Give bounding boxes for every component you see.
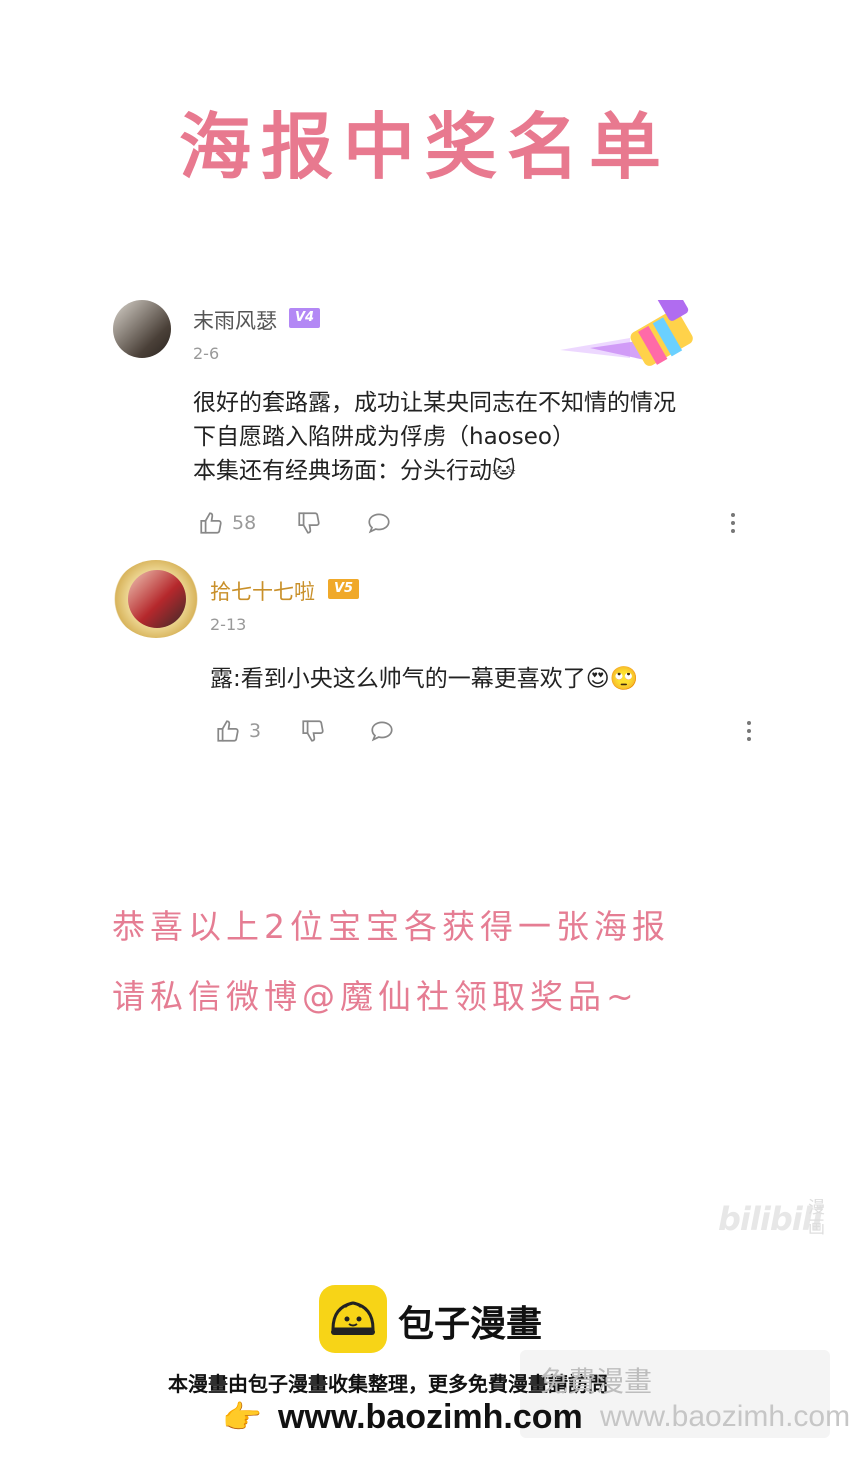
comment-actions: 3 [0, 718, 850, 748]
comment-actions: 58 [0, 510, 850, 540]
more-options-button[interactable] [744, 718, 754, 748]
announcement-line-1: 恭喜以上2位宝宝各获得一张海报 [112, 907, 670, 946]
thumbs-down-icon [298, 512, 320, 534]
announcement-line-2: 请私信微博@魔仙社领取奖品~ [112, 977, 639, 1016]
like-count: 3 [249, 720, 262, 742]
username[interactable]: 拾七十七啦 [210, 576, 315, 606]
dislike-button[interactable] [296, 510, 322, 536]
like-button[interactable]: 58 [198, 510, 256, 536]
level-badge: V5 [328, 579, 360, 599]
like-button[interactable]: 3 [215, 718, 261, 744]
level-badge: V4 [289, 308, 321, 328]
bilibili-watermark: bilibili [718, 1200, 823, 1238]
comment-1: 末雨风瑟 V4 2-6 很好的套路露，成功让某央同志在不知情的情况 下自愿踏入陷… [0, 300, 850, 540]
pointing-hand-icon: 👉 [222, 1398, 262, 1436]
comment-text: 很好的套路露，成功让某央同志在不知情的情况 下自愿踏入陷阱成为俘虏（haoseo… [193, 386, 676, 488]
comment-date: 2-13 [210, 615, 247, 634]
avatar[interactable] [113, 300, 171, 358]
more-vertical-icon [731, 513, 735, 533]
thumbs-up-icon [200, 512, 222, 534]
thumbs-up-icon [217, 720, 239, 742]
thumbs-down-icon [302, 720, 324, 742]
comment-2: 拾七十七啦 V5 2-13 露:看到小央这么帅气的一幕更喜欢了😍🙄 3 [0, 560, 850, 760]
baozi-logo-icon [319, 1285, 387, 1353]
dislike-button[interactable] [300, 718, 326, 744]
like-count: 58 [232, 512, 257, 534]
bilibili-manhua-watermark: 漫画 [808, 1198, 825, 1238]
footer-brand: 包子漫畫 [398, 1304, 543, 1345]
comment-line: 本集还有经典场面：分头行动🐱 [193, 458, 516, 484]
comment-bubble-icon [371, 721, 393, 742]
paintbrush-decoration-icon [560, 300, 693, 366]
username[interactable]: 末雨风瑟 [193, 305, 277, 335]
watermark-url: www.baozimh.com [600, 1400, 850, 1433]
comment-line: 下自愿踏入陷阱成为俘虏（haoseo） [193, 424, 575, 450]
watermark-text: 免費漫畫 [540, 1365, 653, 1398]
comment-text: 露:看到小央这么帅气的一幕更喜欢了😍🙄 [210, 666, 639, 692]
reply-button[interactable] [369, 718, 395, 744]
page-title: 海报中奖名单 [178, 105, 671, 189]
comment-line: 很好的套路露，成功让某央同志在不知情的情况 [193, 390, 676, 416]
footer-url-link[interactable]: www.baozimh.com [278, 1398, 583, 1437]
reply-button[interactable] [366, 510, 392, 536]
comment-date: 2-6 [193, 344, 220, 363]
more-vertical-icon [747, 721, 751, 741]
comment-bubble-icon [368, 513, 390, 534]
more-options-button[interactable] [728, 510, 738, 540]
avatar[interactable] [128, 570, 186, 628]
